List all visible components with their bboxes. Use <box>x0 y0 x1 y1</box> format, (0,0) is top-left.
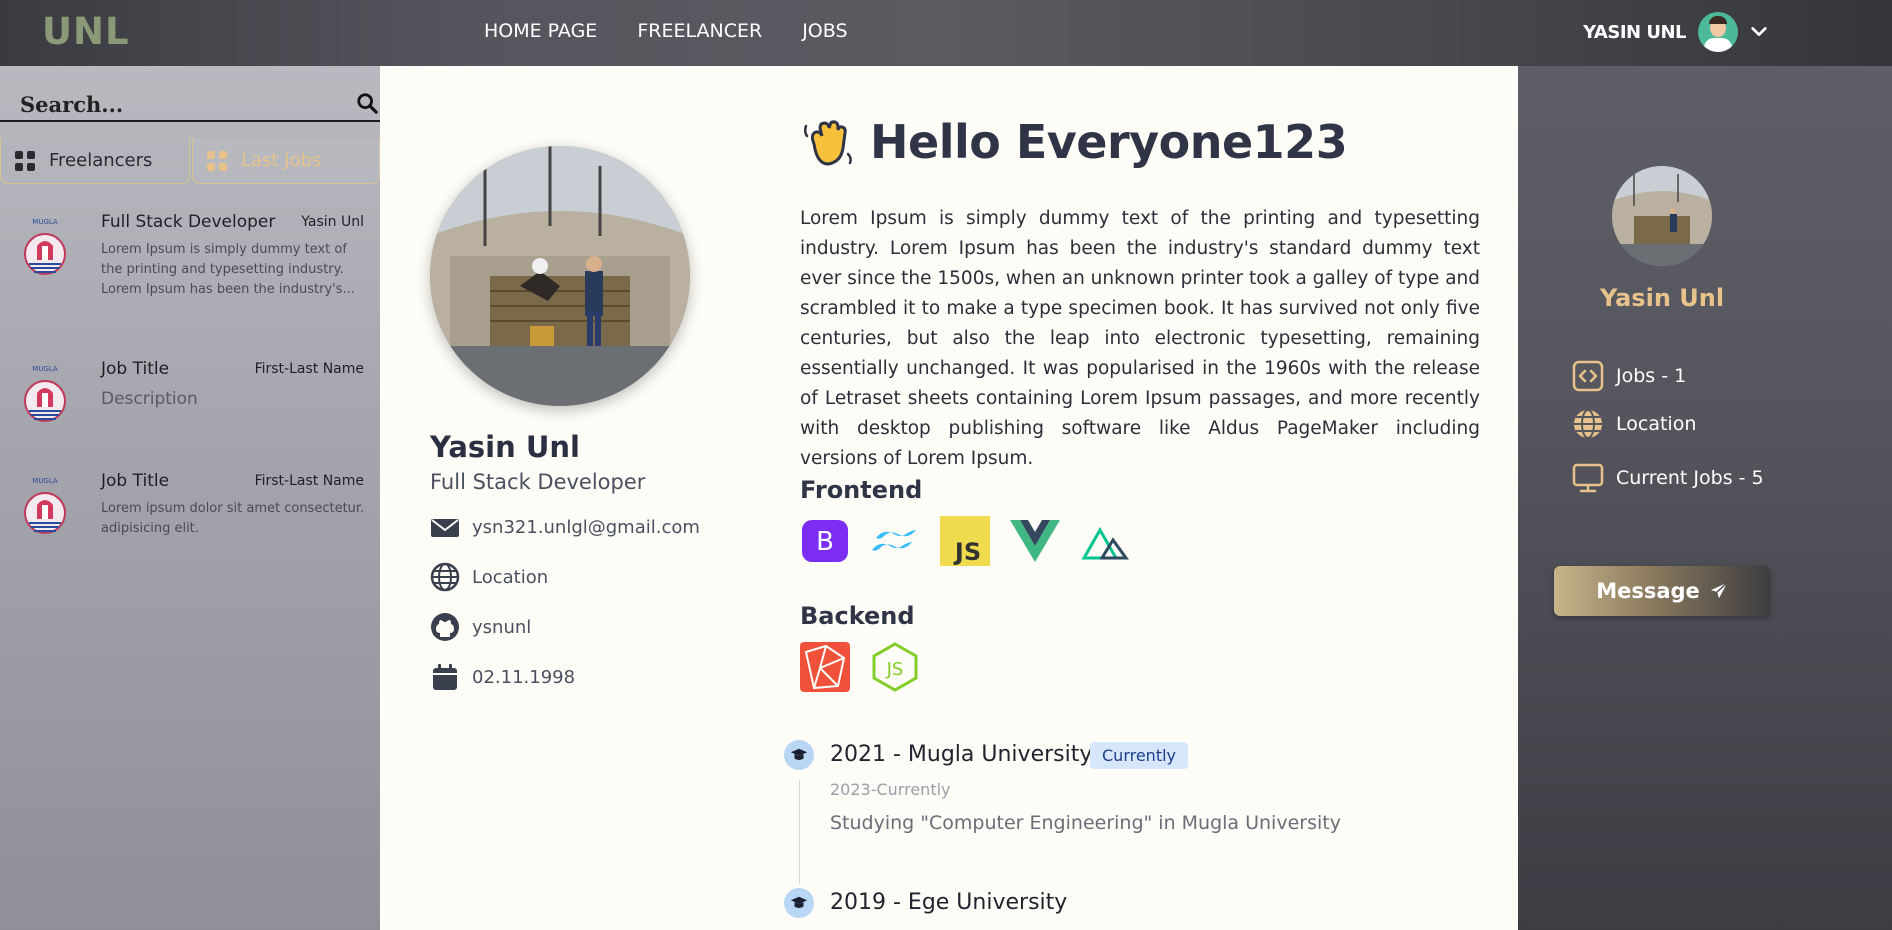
profile-location: Location <box>472 566 549 588</box>
grid-icon <box>15 150 35 171</box>
profile-main: Yasin Unl Full Stack Developer ysn321.un… <box>380 66 1518 930</box>
list-item[interactable]: MUGLA Full Stack Developer Yasin Unl Lor… <box>0 212 380 322</box>
chevron-down-icon[interactable] <box>1750 23 1768 41</box>
jobs-count-row: Jobs - 1 <box>1572 360 1686 392</box>
envelope-icon <box>431 519 459 537</box>
tab-label: Freelancers <box>49 150 153 171</box>
greeting-text: Hello Everyone123 <box>870 115 1348 169</box>
nav-link-freelancer[interactable]: FREELANCER <box>637 20 762 42</box>
university-logo: MUGLA <box>24 477 66 534</box>
svg-text:MUGLA: MUGLA <box>32 218 58 226</box>
education-description: Studying "Computer Engineering" in Mugla… <box>830 812 1341 834</box>
current-jobs: Current Jobs - 5 <box>1616 467 1764 489</box>
graduation-cap-icon <box>784 740 814 770</box>
location-row: Location <box>430 562 548 592</box>
github-icon <box>431 613 459 641</box>
calendar-icon <box>433 664 457 690</box>
backend-heading: Backend <box>800 602 915 630</box>
current-jobs-row: Current Jobs - 5 <box>1572 462 1764 494</box>
education-title: 2019 - Ege University <box>830 890 1068 915</box>
profile-name: Yasin Unl <box>430 430 580 464</box>
send-icon <box>1710 582 1728 599</box>
nodejs-icon[interactable]: JS <box>870 642 920 692</box>
frontend-heading: Frontend <box>800 476 923 504</box>
tailwind-icon[interactable] <box>870 516 920 566</box>
message-button[interactable]: Message <box>1554 566 1770 616</box>
right-sidebar: Yasin Unl Jobs - 1 Location Current Jobs… <box>1518 66 1892 930</box>
job-poster: First-Last Name <box>254 473 364 489</box>
tab-label: Last Jobs <box>241 150 322 171</box>
tab-last-jobs[interactable]: Last Jobs <box>192 138 380 184</box>
job-title: Job Title <box>101 471 170 491</box>
waving-hand-icon <box>803 120 852 166</box>
top-navbar: UNL HOME PAGE FREELANCER JOBS YASIN UNL <box>0 0 1892 66</box>
svg-text:JS: JS <box>886 659 904 680</box>
job-title: Full Stack Developer <box>101 212 276 232</box>
profile-birthdate: 02.11.1998 <box>472 666 576 688</box>
university-logo: MUGLA <box>24 365 66 422</box>
education-title: 2021 - Mugla University <box>830 742 1093 767</box>
job-poster: First-Last Name <box>254 361 364 377</box>
right-location-row: Location <box>1572 408 1696 440</box>
tab-freelancers[interactable]: Freelancers <box>0 138 190 184</box>
grid-icon <box>207 150 227 171</box>
birthdate-row: 02.11.1998 <box>430 662 575 692</box>
list-item[interactable]: MUGLA Job Title First-Last Name Lorem ip… <box>0 471 380 581</box>
job-description: Description <box>101 389 198 409</box>
jobs-count: Jobs - 1 <box>1616 365 1687 387</box>
job-title: Job Title <box>101 359 170 379</box>
message-button-label: Message <box>1596 579 1700 603</box>
search-input[interactable]: Search... <box>0 86 380 122</box>
github-row[interactable]: ysnunl <box>430 612 531 642</box>
backend-tech-list: JS <box>800 642 920 692</box>
greeting: Hello Everyone123 <box>800 114 1348 170</box>
nuxt-icon[interactable] <box>1080 516 1130 566</box>
graduation-cap-icon <box>784 888 814 918</box>
list-item[interactable]: MUGLA Job Title First-Last Name Descript… <box>0 359 380 469</box>
email-row[interactable]: ysn321.unlgl@gmail.com <box>430 512 700 542</box>
avatar[interactable] <box>1698 12 1738 52</box>
timeline-line <box>799 780 800 884</box>
right-profile-name: Yasin Unl <box>1599 284 1725 312</box>
avatar <box>1612 166 1712 266</box>
university-logo: MUGLA <box>24 218 66 275</box>
user-menu[interactable]: YASIN UNL <box>1583 12 1768 52</box>
left-sidebar: Search... Freelancers Last Jobs MUGLA Fu… <box>0 66 380 930</box>
monitor-icon <box>1572 463 1604 493</box>
job-description: Lorem ipsum dolor sit amet consectetur. … <box>101 501 365 536</box>
search-icon[interactable] <box>356 92 378 114</box>
globe-icon <box>430 562 460 592</box>
bio-text: Lorem Ipsum is simply dummy text of the … <box>800 208 1480 469</box>
profile-email: ysn321.unlgl@gmail.com <box>472 516 700 538</box>
laravel-icon[interactable] <box>800 642 850 692</box>
education-period: 2023-Currently <box>830 780 951 799</box>
nav-links: HOME PAGE FREELANCER JOBS <box>484 20 848 42</box>
nav-link-home[interactable]: HOME PAGE <box>484 20 597 42</box>
svg-text:B: B <box>816 527 834 557</box>
svg-text:JS: JS <box>953 538 981 566</box>
javascript-icon[interactable]: JS <box>940 516 990 566</box>
frontend-tech-list: B JS <box>800 516 1130 566</box>
search-placeholder: Search... <box>20 92 124 117</box>
right-location: Location <box>1616 413 1697 435</box>
code-icon <box>1572 360 1604 392</box>
svg-text:MUGLA: MUGLA <box>32 477 58 485</box>
globe-icon <box>1574 409 1602 439</box>
svg-text:MUGLA: MUGLA <box>32 365 58 373</box>
vue-icon[interactable] <box>1010 516 1060 566</box>
profile-role: Full Stack Developer <box>430 470 646 494</box>
sidebar-tabs: Freelancers Last Jobs <box>0 138 380 184</box>
job-poster: Yasin Unl <box>301 214 364 230</box>
user-name: YASIN UNL <box>1583 21 1686 43</box>
job-description: Lorem Ipsum is simply dummy text of the … <box>101 242 355 297</box>
nav-link-jobs[interactable]: JOBS <box>802 20 847 42</box>
bootstrap-icon[interactable]: B <box>800 516 850 566</box>
profile-photo <box>430 146 690 406</box>
logo[interactable]: UNL <box>42 10 130 53</box>
profile-github: ysnunl <box>472 616 532 638</box>
status-badge: Currently <box>1090 742 1189 769</box>
